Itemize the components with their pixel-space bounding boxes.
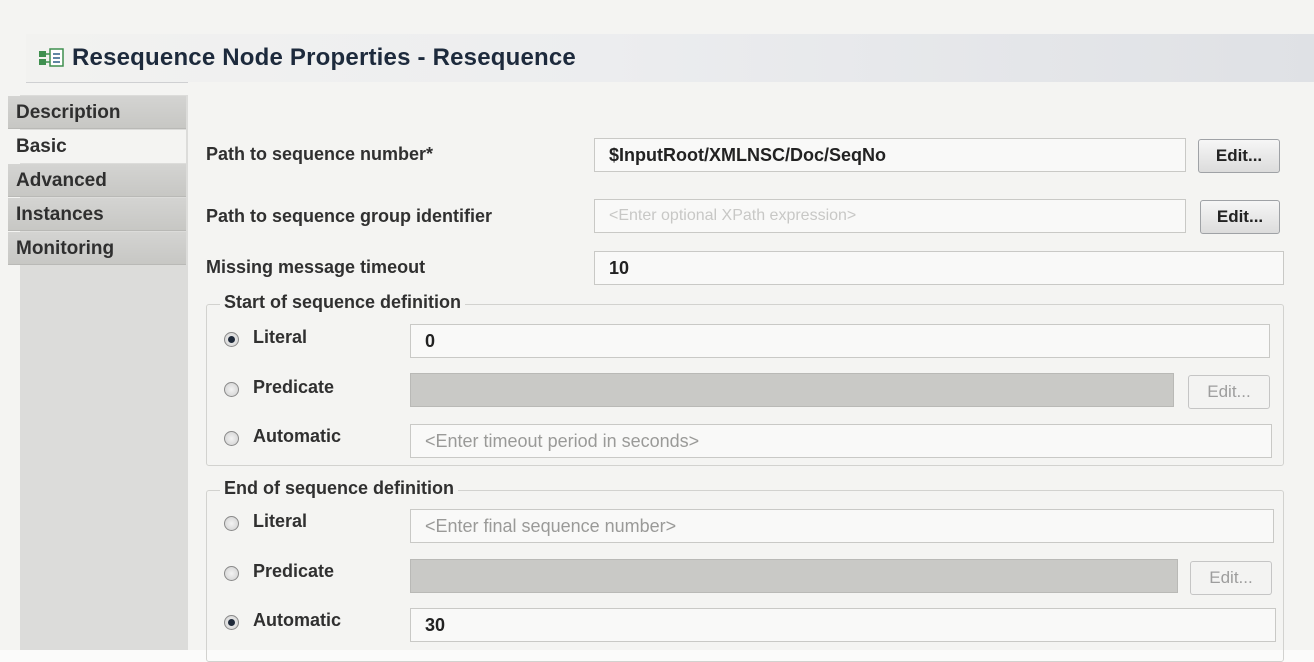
seq-group-label: Path to sequence group identifier [206,206,493,226]
end-literal-label: Literal [253,511,308,531]
seq-number-label: Path to sequence number* [206,144,434,164]
end-definition-title: End of sequence definition [220,478,459,499]
end-automatic-label: Automatic [253,610,342,630]
end-automatic-input[interactable]: 30 [410,608,1276,642]
tab-instances[interactable]: Instances [8,198,186,231]
tab-description[interactable]: Description [8,96,186,129]
end-predicate-label: Predicate [253,561,335,581]
title-bar: Resequence Node Properties - Resequence [26,34,1314,83]
start-definition-title: Start of sequence definition [220,292,466,313]
start-literal-input[interactable]: 0 [410,324,1270,358]
seq-number-edit-button[interactable]: Edit... [1198,139,1280,173]
start-predicate-radio[interactable] [224,382,239,397]
tab-basic[interactable]: Basic [8,130,186,163]
end-predicate-edit-button: Edit... [1190,561,1272,595]
timeout-input[interactable]: 10 [594,251,1284,285]
properties-window: Resequence Node Properties - Resequence … [0,0,1314,662]
tab-advanced[interactable]: Advanced [8,164,186,197]
seq-number-input[interactable]: $InputRoot/XMLNSC/Doc/SeqNo [594,138,1186,172]
start-automatic-label: Automatic [253,426,342,446]
end-literal-input[interactable]: <Enter final sequence number> [410,509,1274,543]
end-predicate-radio[interactable] [224,566,239,581]
timeout-label: Missing message timeout [206,257,426,277]
end-literal-radio[interactable] [224,516,239,531]
seq-group-edit-button[interactable]: Edit... [1200,200,1280,234]
start-predicate-input [410,373,1174,407]
start-literal-radio[interactable] [224,332,239,347]
start-automatic-input[interactable]: <Enter timeout period in seconds> [410,424,1272,458]
start-predicate-label: Predicate [253,377,335,397]
start-predicate-edit-button: Edit... [1188,375,1270,409]
properties-node-icon [39,48,64,67]
start-automatic-radio[interactable] [224,431,239,446]
seq-group-input[interactable]: <Enter optional XPath expression> [594,199,1186,233]
window-title: Resequence Node Properties - Resequence [72,44,576,71]
tab-monitoring[interactable]: Monitoring [8,232,186,265]
start-literal-label: Literal [253,327,308,347]
end-automatic-radio[interactable] [224,615,239,630]
end-predicate-input [410,559,1178,593]
